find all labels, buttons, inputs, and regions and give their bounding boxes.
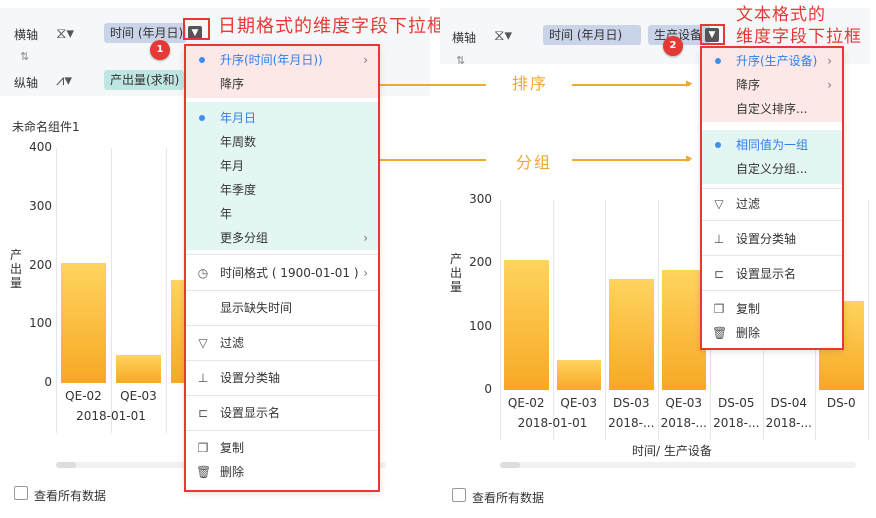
x-tick-label: QE-03: [120, 389, 157, 403]
component-title: 未命名组件1: [12, 120, 80, 134]
group-annotation: 分组: [516, 153, 553, 172]
y-tick-label: 0: [484, 382, 492, 396]
y-tick-label: 400: [29, 140, 52, 154]
show-all-data-checkbox[interactable]: [14, 486, 28, 500]
annotation-badge-1: 1: [150, 40, 170, 60]
group-label: 2018-01-01: [517, 416, 588, 430]
annotation-badge-2: 2: [663, 36, 683, 56]
swap-axis-icon[interactable]: ⇅: [20, 50, 29, 63]
right-show-all-data-checkbox[interactable]: [452, 488, 466, 502]
bar: [61, 262, 106, 383]
highlight-box-date: [183, 18, 210, 40]
y-field-chip[interactable]: 产出量(求和): [104, 70, 184, 90]
highlight-box-text: [700, 24, 725, 45]
highlight-box-text-menu: [700, 46, 844, 350]
y-tick-label: 0: [44, 375, 52, 389]
right-horizontal-axis-label: 横轴: [452, 31, 477, 45]
horizontal-axis-label: 横轴: [14, 28, 39, 42]
bar: [556, 359, 601, 390]
group-label: 2018-...: [660, 416, 707, 430]
line-chart-icon[interactable]: ⩘▾: [56, 71, 72, 89]
right-x-axis-label: 时间/ 生产设备: [632, 444, 712, 458]
x-tick-label: QE-03: [560, 396, 598, 410]
x-tick-label: DS-03: [613, 396, 650, 410]
y-tick-label: 200: [29, 257, 52, 272]
group-label: 2018-...: [713, 416, 760, 430]
right-show-all-data-label: 查看所有数据: [472, 491, 545, 505]
bar: [609, 279, 654, 390]
chart-type-icon[interactable]: ⧖▾: [56, 24, 74, 42]
right-chart-type-icon[interactable]: ⧖▾: [494, 26, 512, 44]
y-tick-label: 300: [469, 192, 492, 206]
bar: [504, 260, 549, 390]
date-dropdown-annotation: 日期格式的维度字段下拉框: [218, 16, 446, 37]
show-all-data-label: 查看所有数据: [34, 489, 107, 503]
right-x-field-chip-1[interactable]: 时间 (年月日): [543, 25, 641, 45]
y-tick-label: 100: [469, 318, 492, 333]
group-label: 2018-...: [765, 416, 812, 430]
bar: [116, 354, 161, 383]
group-arrow-right: [572, 159, 690, 161]
vertical-axis-label: 纵轴: [14, 76, 39, 90]
group-arrow-left: [364, 159, 486, 161]
right-swap-axis-icon[interactable]: ⇅: [456, 54, 465, 67]
x-tick-label: DS-05: [718, 396, 755, 410]
x-tick-label: QE-03: [665, 396, 703, 410]
sort-arrow-right: [572, 84, 690, 86]
x-tick-label: QE-02: [65, 389, 102, 403]
group-label: 2018-...: [608, 416, 655, 430]
highlight-box-date-menu: [184, 44, 380, 492]
category-divider: [867, 200, 869, 440]
sort-arrow-right-head: ▸: [686, 76, 693, 91]
y-tick-label: 100: [29, 316, 52, 331]
sort-arrow-left: [364, 84, 486, 86]
y-tick-label: 200: [469, 255, 492, 270]
x-tick-label: DS-04: [770, 396, 807, 410]
y-tick-label: 300: [29, 198, 52, 213]
x-tick-label: DS-0: [826, 396, 856, 410]
x-field-chip[interactable]: 时间 (年月日): [104, 23, 186, 43]
text-dropdown-annotation-line2: 维度字段下拉框: [736, 27, 862, 47]
sort-annotation: 排序: [512, 74, 549, 93]
group-arrow-right-head: ▸: [686, 151, 693, 166]
x-tick-label: QE-02: [507, 396, 545, 410]
right-scrollbar[interactable]: [500, 462, 856, 468]
group-label: 2018-01-01: [76, 409, 146, 423]
